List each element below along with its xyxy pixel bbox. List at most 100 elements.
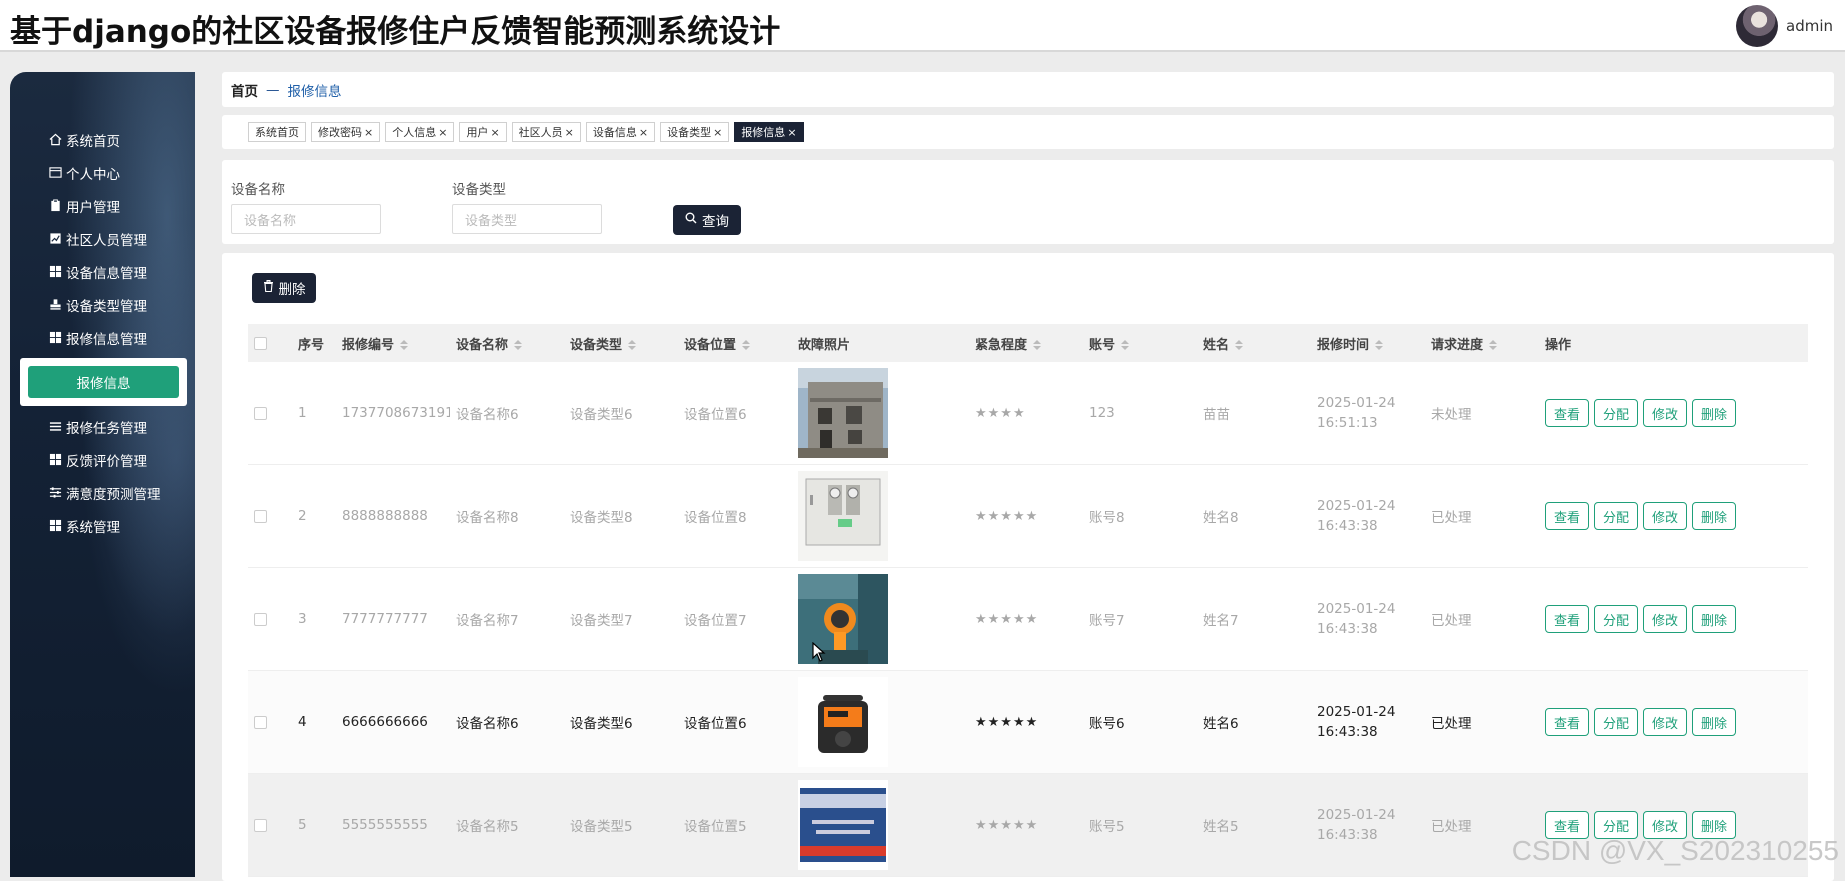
tab-community-staff[interactable]: 社区人员 × [511, 122, 581, 142]
row-checkbox[interactable] [254, 818, 267, 832]
sidebar-item-device-info[interactable]: 设备信息管理 [10, 255, 195, 288]
view-button[interactable]: 查看 [1545, 502, 1589, 530]
user-name[interactable]: admin [1786, 17, 1833, 35]
close-icon[interactable]: × [490, 126, 499, 139]
tab-home[interactable]: 系统首页 [248, 122, 306, 142]
user-menu[interactable]: admin [1736, 2, 1833, 50]
sort-icon[interactable] [514, 340, 523, 350]
sort-icon[interactable] [1235, 340, 1244, 350]
cell-device-type: 设备类型5 [570, 819, 633, 835]
delete-button[interactable]: 删除 [1692, 399, 1736, 427]
delete-button[interactable]: 删除 [1692, 605, 1736, 633]
fault-photo[interactable] [798, 368, 888, 458]
close-icon[interactable]: × [565, 126, 574, 139]
sidebar-item-repair-tasks[interactable]: 报修任务管理 [10, 410, 195, 443]
submenu-item-repair-info[interactable]: 报修信息 [28, 366, 179, 398]
cell-device-type: 设备类型7 [570, 613, 633, 629]
table-row[interactable]: 2 8888888888 设备名称8 设备类型8 设备位置8 ★★★★★ 账号8… [248, 465, 1808, 568]
sort-icon[interactable] [628, 340, 637, 350]
assign-button[interactable]: 分配 [1594, 399, 1638, 427]
table-row[interactable]: 3 7777777777 设备名称7 设备类型7 设备位置7 ★★★★★ 账号7… [248, 568, 1808, 671]
tab-device-type[interactable]: 设备类型 × [660, 122, 730, 142]
grid-icon [48, 265, 62, 279]
delete-button[interactable]: 删除 [1692, 502, 1736, 530]
sidebar-item-home[interactable]: 系统首页 [10, 123, 195, 156]
cell-device-location: 设备位置6 [684, 407, 747, 423]
col-urgency[interactable]: 紧急程度 [969, 334, 1083, 353]
edit-button[interactable]: 修改 [1643, 502, 1687, 530]
sidebar-item-community-staff[interactable]: 社区人员管理 [10, 222, 195, 255]
submenu-repair-info: 报修信息 [20, 358, 187, 406]
sort-icon[interactable] [1033, 340, 1042, 350]
edit-button[interactable]: 修改 [1643, 399, 1687, 427]
cell-account: 账号8 [1089, 510, 1125, 526]
cell-index: 2 [298, 508, 307, 524]
col-code[interactable]: 报修编号 [336, 334, 450, 353]
col-progress[interactable]: 请求进度 [1425, 334, 1539, 353]
sidebar-item-repair-info[interactable]: 报修信息管理 [10, 321, 195, 354]
query-button[interactable]: 查询 [673, 205, 741, 235]
col-device-type[interactable]: 设备类型 [564, 334, 678, 353]
close-icon[interactable]: × [713, 126, 722, 139]
view-button[interactable]: 查看 [1545, 605, 1589, 633]
table-row[interactable]: 4 6666666666 设备名称6 设备类型6 设备位置6 ★★★★★ 账号6… [248, 671, 1808, 774]
sort-icon[interactable] [400, 340, 409, 350]
sidebar-item-device-type[interactable]: 设备类型管理 [10, 288, 195, 321]
row-checkbox[interactable] [254, 509, 267, 523]
row-checkbox[interactable] [254, 715, 267, 729]
col-account[interactable]: 账号 [1083, 334, 1197, 353]
view-button[interactable]: 查看 [1545, 708, 1589, 736]
sidebar-item-system[interactable]: 系统管理 [10, 509, 195, 542]
select-all-checkbox[interactable] [254, 336, 267, 350]
device-name-input[interactable]: 设备名称 [231, 204, 381, 234]
app-title: 基于django的社区设备报修住户反馈智能预测系统设计 [10, 14, 781, 50]
col-person[interactable]: 姓名 [1197, 334, 1311, 353]
sort-icon[interactable] [1489, 340, 1498, 350]
cell-account: 账号7 [1089, 613, 1125, 629]
edit-button[interactable]: 修改 [1643, 708, 1687, 736]
row-checkbox[interactable] [254, 612, 267, 626]
sort-icon[interactable] [1121, 340, 1130, 350]
fault-photo[interactable] [798, 471, 888, 561]
close-icon[interactable]: × [364, 126, 373, 139]
card-icon [48, 166, 62, 180]
device-type-input[interactable]: 设备类型 [452, 204, 602, 234]
view-button[interactable]: 查看 [1545, 399, 1589, 427]
cell-time: 2025-01-24 16:43:38 [1317, 498, 1396, 534]
batch-delete-button[interactable]: 删除 [252, 273, 316, 303]
tab-device-info[interactable]: 设备信息 × [585, 122, 656, 142]
delete-button[interactable]: 删除 [1692, 708, 1736, 736]
assign-button[interactable]: 分配 [1594, 502, 1638, 530]
assign-button[interactable]: 分配 [1594, 708, 1638, 736]
sidebar-menu: 系统首页 个人中心 用户管理 社区人员管理 设备信息管理 设备类型管理 报修信息… [10, 123, 195, 542]
fault-photo[interactable] [798, 780, 888, 870]
tab-personal-info[interactable]: 个人信息 × [385, 122, 455, 142]
close-icon[interactable]: × [639, 126, 648, 139]
col-device-location[interactable]: 设备位置 [678, 334, 792, 353]
tab-users[interactable]: 用户 × [459, 122, 507, 142]
sidebar-item-feedback[interactable]: 反馈评价管理 [10, 443, 195, 476]
sidebar-item-satisfaction[interactable]: 满意度预测管理 [10, 476, 195, 509]
close-icon[interactable]: × [438, 126, 447, 139]
row-checkbox[interactable] [254, 406, 267, 420]
avatar[interactable] [1736, 5, 1778, 47]
sidebar-item-users[interactable]: 用户管理 [10, 189, 195, 222]
tab-repair-info[interactable]: 报修信息 × [734, 122, 804, 142]
assign-button[interactable]: 分配 [1594, 605, 1638, 633]
table-row[interactable]: 1 1737708673191 设备名称6 设备类型6 设备位置6 ★★★★ 1… [248, 362, 1808, 465]
col-time[interactable]: 报修时间 [1311, 334, 1425, 353]
fault-photo[interactable] [798, 677, 888, 767]
sort-icon[interactable] [742, 340, 751, 350]
sidebar-item-profile[interactable]: 个人中心 [10, 156, 195, 189]
col-device-name-label: 设备名称 [456, 337, 509, 353]
tab-change-password[interactable]: 修改密码 × [311, 122, 381, 142]
breadcrumb-home[interactable]: 首页 [231, 80, 258, 100]
cell-device-name: 设备名称6 [456, 407, 519, 423]
close-icon[interactable]: × [787, 126, 796, 139]
col-photo: 故障照片 [798, 337, 851, 353]
table-body: 1 1737708673191 设备名称6 设备类型6 设备位置6 ★★★★ 1… [248, 362, 1808, 877]
col-urgency-label: 紧急程度 [975, 337, 1028, 353]
edit-button[interactable]: 修改 [1643, 605, 1687, 633]
col-device-name[interactable]: 设备名称 [450, 334, 564, 353]
sort-icon[interactable] [1375, 340, 1384, 350]
